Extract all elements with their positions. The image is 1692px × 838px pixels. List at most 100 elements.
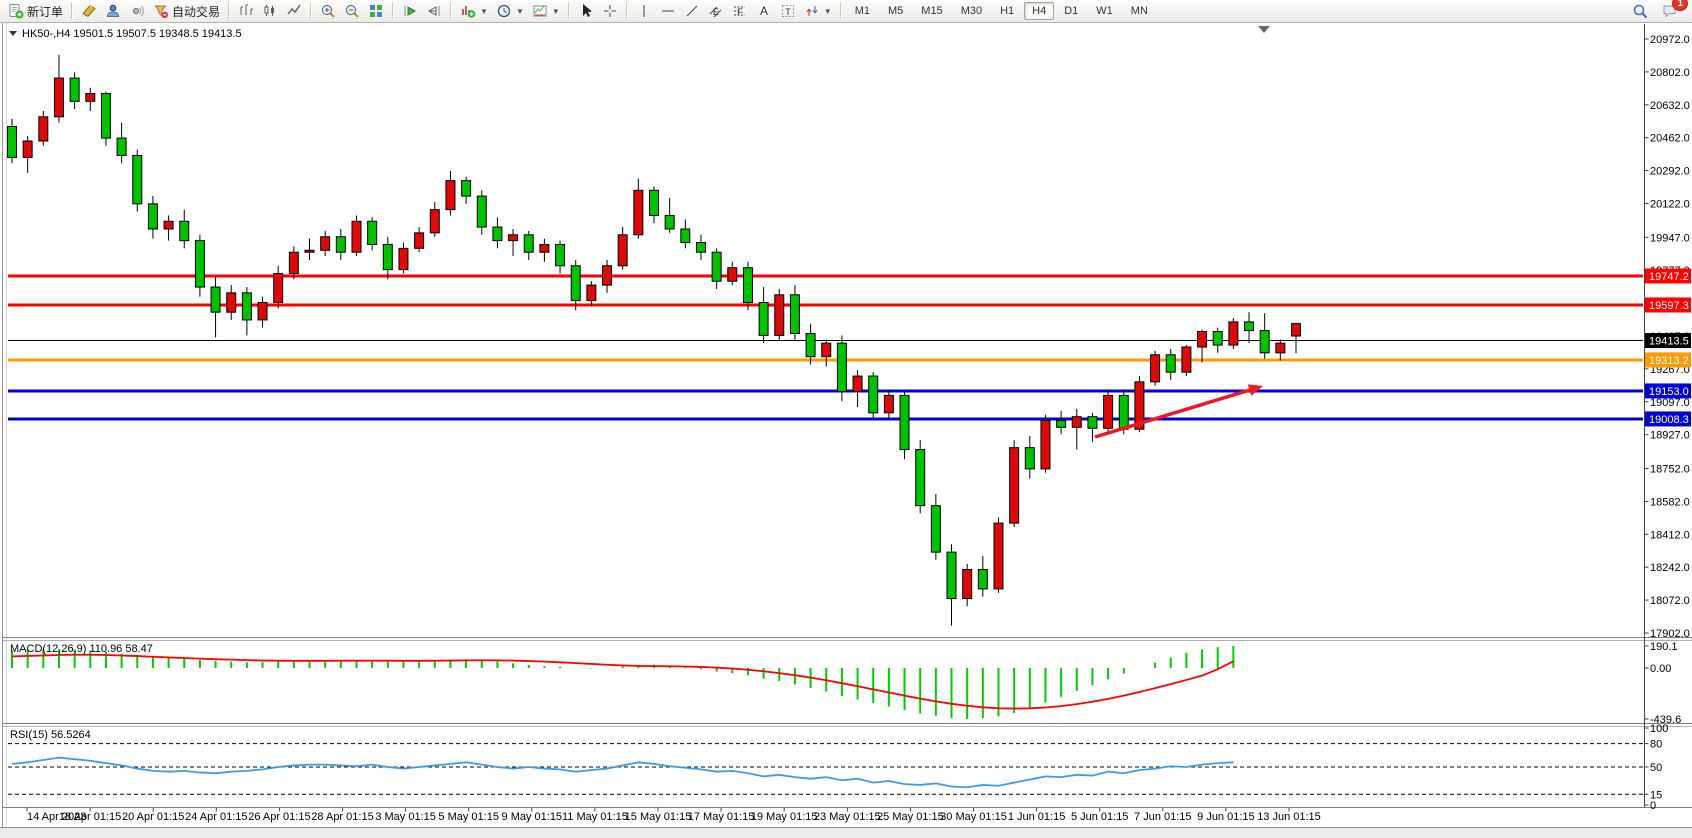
notifications-button[interactable]: 1 bbox=[1658, 0, 1682, 22]
search-icon bbox=[1632, 3, 1648, 19]
search-button[interactable] bbox=[1628, 0, 1652, 22]
price-badge-19597.3-label: 19597.3 bbox=[1649, 300, 1689, 312]
indicators-dropdown-caret[interactable]: ▼ bbox=[480, 7, 488, 16]
templates-dropdown-caret[interactable]: ▼ bbox=[552, 7, 560, 16]
timeframe-button-MN[interactable]: MN bbox=[1123, 2, 1156, 20]
candle bbox=[696, 243, 705, 253]
vertical-line-tool-button[interactable] bbox=[632, 0, 656, 22]
candle bbox=[775, 295, 784, 336]
date-tick-label: 20 Apr 01:15 bbox=[122, 811, 184, 823]
candle bbox=[587, 285, 596, 300]
window-bottom-strip bbox=[0, 828, 1692, 838]
metaeditor-button[interactable] bbox=[77, 0, 101, 22]
text-tool-icon: A bbox=[756, 3, 772, 19]
price-tick-label: 18412.0 bbox=[1650, 529, 1690, 541]
arrows-tool-dropdown-caret[interactable]: ▼ bbox=[824, 7, 832, 16]
date-tick-label: 18 Apr 01:15 bbox=[59, 811, 121, 823]
chart-canvas[interactable]: 20972.020802.020632.020462.020292.020122… bbox=[0, 23, 1692, 838]
macd-scale-label: 0.00 bbox=[1650, 663, 1671, 675]
periods-dropdown-caret[interactable]: ▼ bbox=[516, 7, 524, 16]
candle bbox=[634, 190, 643, 235]
candle bbox=[430, 210, 439, 233]
candle bbox=[39, 117, 48, 141]
chart-window[interactable]: 20972.020802.020632.020462.020292.020122… bbox=[0, 23, 1692, 838]
current-price-badge: 19413.5 bbox=[1645, 333, 1691, 348]
candle bbox=[509, 235, 518, 241]
community-button[interactable] bbox=[101, 0, 125, 22]
templates-button[interactable]: ▼ bbox=[528, 0, 564, 22]
rsi-label: RSI(15) 56.5264 bbox=[10, 729, 91, 741]
toolbar-right-group: 1 bbox=[1628, 0, 1688, 22]
candle bbox=[853, 376, 862, 391]
zoom-in-button[interactable] bbox=[316, 0, 340, 22]
candle bbox=[305, 250, 314, 252]
candle bbox=[1292, 324, 1301, 336]
date-tick-label: 3 May 01:15 bbox=[375, 811, 436, 823]
bar-chart-mode-button[interactable] bbox=[234, 0, 258, 22]
community-icon bbox=[105, 3, 121, 19]
broadcast-button[interactable] bbox=[125, 0, 149, 22]
toolbar-separator bbox=[840, 3, 842, 19]
indicators-icon bbox=[460, 3, 476, 19]
svg-text:E: E bbox=[713, 7, 719, 17]
auto-trading-icon bbox=[153, 3, 169, 19]
candle-chart-mode-button[interactable] bbox=[258, 0, 282, 22]
candle bbox=[1198, 332, 1207, 347]
indicators-button[interactable]: ▼ bbox=[456, 0, 492, 22]
fibonacci-tool-button[interactable]: F bbox=[728, 0, 752, 22]
timeframe-button-M30[interactable]: M30 bbox=[953, 2, 990, 20]
crosshair-button[interactable] bbox=[598, 0, 622, 22]
timeframe-button-H4[interactable]: H4 bbox=[1024, 2, 1054, 20]
price-tick-label: 20632.0 bbox=[1650, 100, 1690, 112]
candle bbox=[195, 241, 204, 287]
toolbar-separator bbox=[228, 3, 230, 19]
candle bbox=[70, 78, 79, 101]
chart-title-group: HK50-,H4 19501.5 19507.5 19348.5 19413.5 bbox=[9, 28, 242, 40]
candle bbox=[869, 376, 878, 413]
periods-button[interactable]: ▼ bbox=[492, 0, 528, 22]
svg-text:F: F bbox=[737, 7, 743, 17]
zoom-out-button[interactable] bbox=[340, 0, 364, 22]
rsi-scale-label: 0 bbox=[1650, 800, 1656, 812]
rsi-scale-label: 100 bbox=[1650, 723, 1668, 735]
timeframe-button-M1[interactable]: M1 bbox=[847, 2, 878, 20]
arrows-tool-button[interactable]: ▼ bbox=[800, 0, 836, 22]
chart-background bbox=[0, 23, 1692, 828]
text-tool-button[interactable]: A bbox=[752, 0, 776, 22]
candle bbox=[383, 244, 392, 269]
candle bbox=[884, 395, 893, 412]
timeframe-button-M5[interactable]: M5 bbox=[880, 2, 911, 20]
candle bbox=[180, 221, 189, 240]
price-tick-label: 18072.0 bbox=[1650, 595, 1690, 607]
candle bbox=[618, 235, 627, 266]
candle bbox=[524, 235, 533, 252]
timeframe-button-M15[interactable]: M15 bbox=[913, 2, 950, 20]
equidistant-channel-tool-button[interactable]: E bbox=[704, 0, 728, 22]
candle bbox=[1119, 395, 1128, 429]
label-tool-button[interactable]: T bbox=[776, 0, 800, 22]
tile-windows-button[interactable] bbox=[364, 0, 388, 22]
timeframe-button-W1[interactable]: W1 bbox=[1088, 2, 1121, 20]
new-order-button[interactable]: 新订单 bbox=[4, 0, 67, 22]
timeframe-button-D1[interactable]: D1 bbox=[1056, 2, 1086, 20]
horizontal-line-tool-button[interactable] bbox=[656, 0, 680, 22]
line-chart-mode-button[interactable] bbox=[282, 0, 306, 22]
candle bbox=[1229, 322, 1238, 345]
auto-trading-button[interactable]: 自动交易 bbox=[149, 0, 224, 22]
candle bbox=[963, 570, 972, 599]
line-chart-mode-icon bbox=[286, 3, 302, 19]
new-order-label: 新订单 bbox=[27, 3, 63, 20]
candle bbox=[571, 266, 580, 301]
candle bbox=[978, 570, 987, 589]
price-badge-19597.3: 19597.3 bbox=[1645, 297, 1691, 312]
candle bbox=[321, 237, 330, 251]
chart-shift-button[interactable] bbox=[422, 0, 446, 22]
trendline-tool-button[interactable] bbox=[680, 0, 704, 22]
date-tick-label: 24 Apr 01:15 bbox=[185, 811, 247, 823]
timeframe-button-H1[interactable]: H1 bbox=[992, 2, 1022, 20]
price-badge-19153.0-label: 19153.0 bbox=[1649, 386, 1689, 398]
candle bbox=[415, 233, 424, 248]
cursor-button[interactable] bbox=[574, 0, 598, 22]
candle bbox=[462, 181, 471, 196]
auto-scroll-button[interactable] bbox=[398, 0, 422, 22]
